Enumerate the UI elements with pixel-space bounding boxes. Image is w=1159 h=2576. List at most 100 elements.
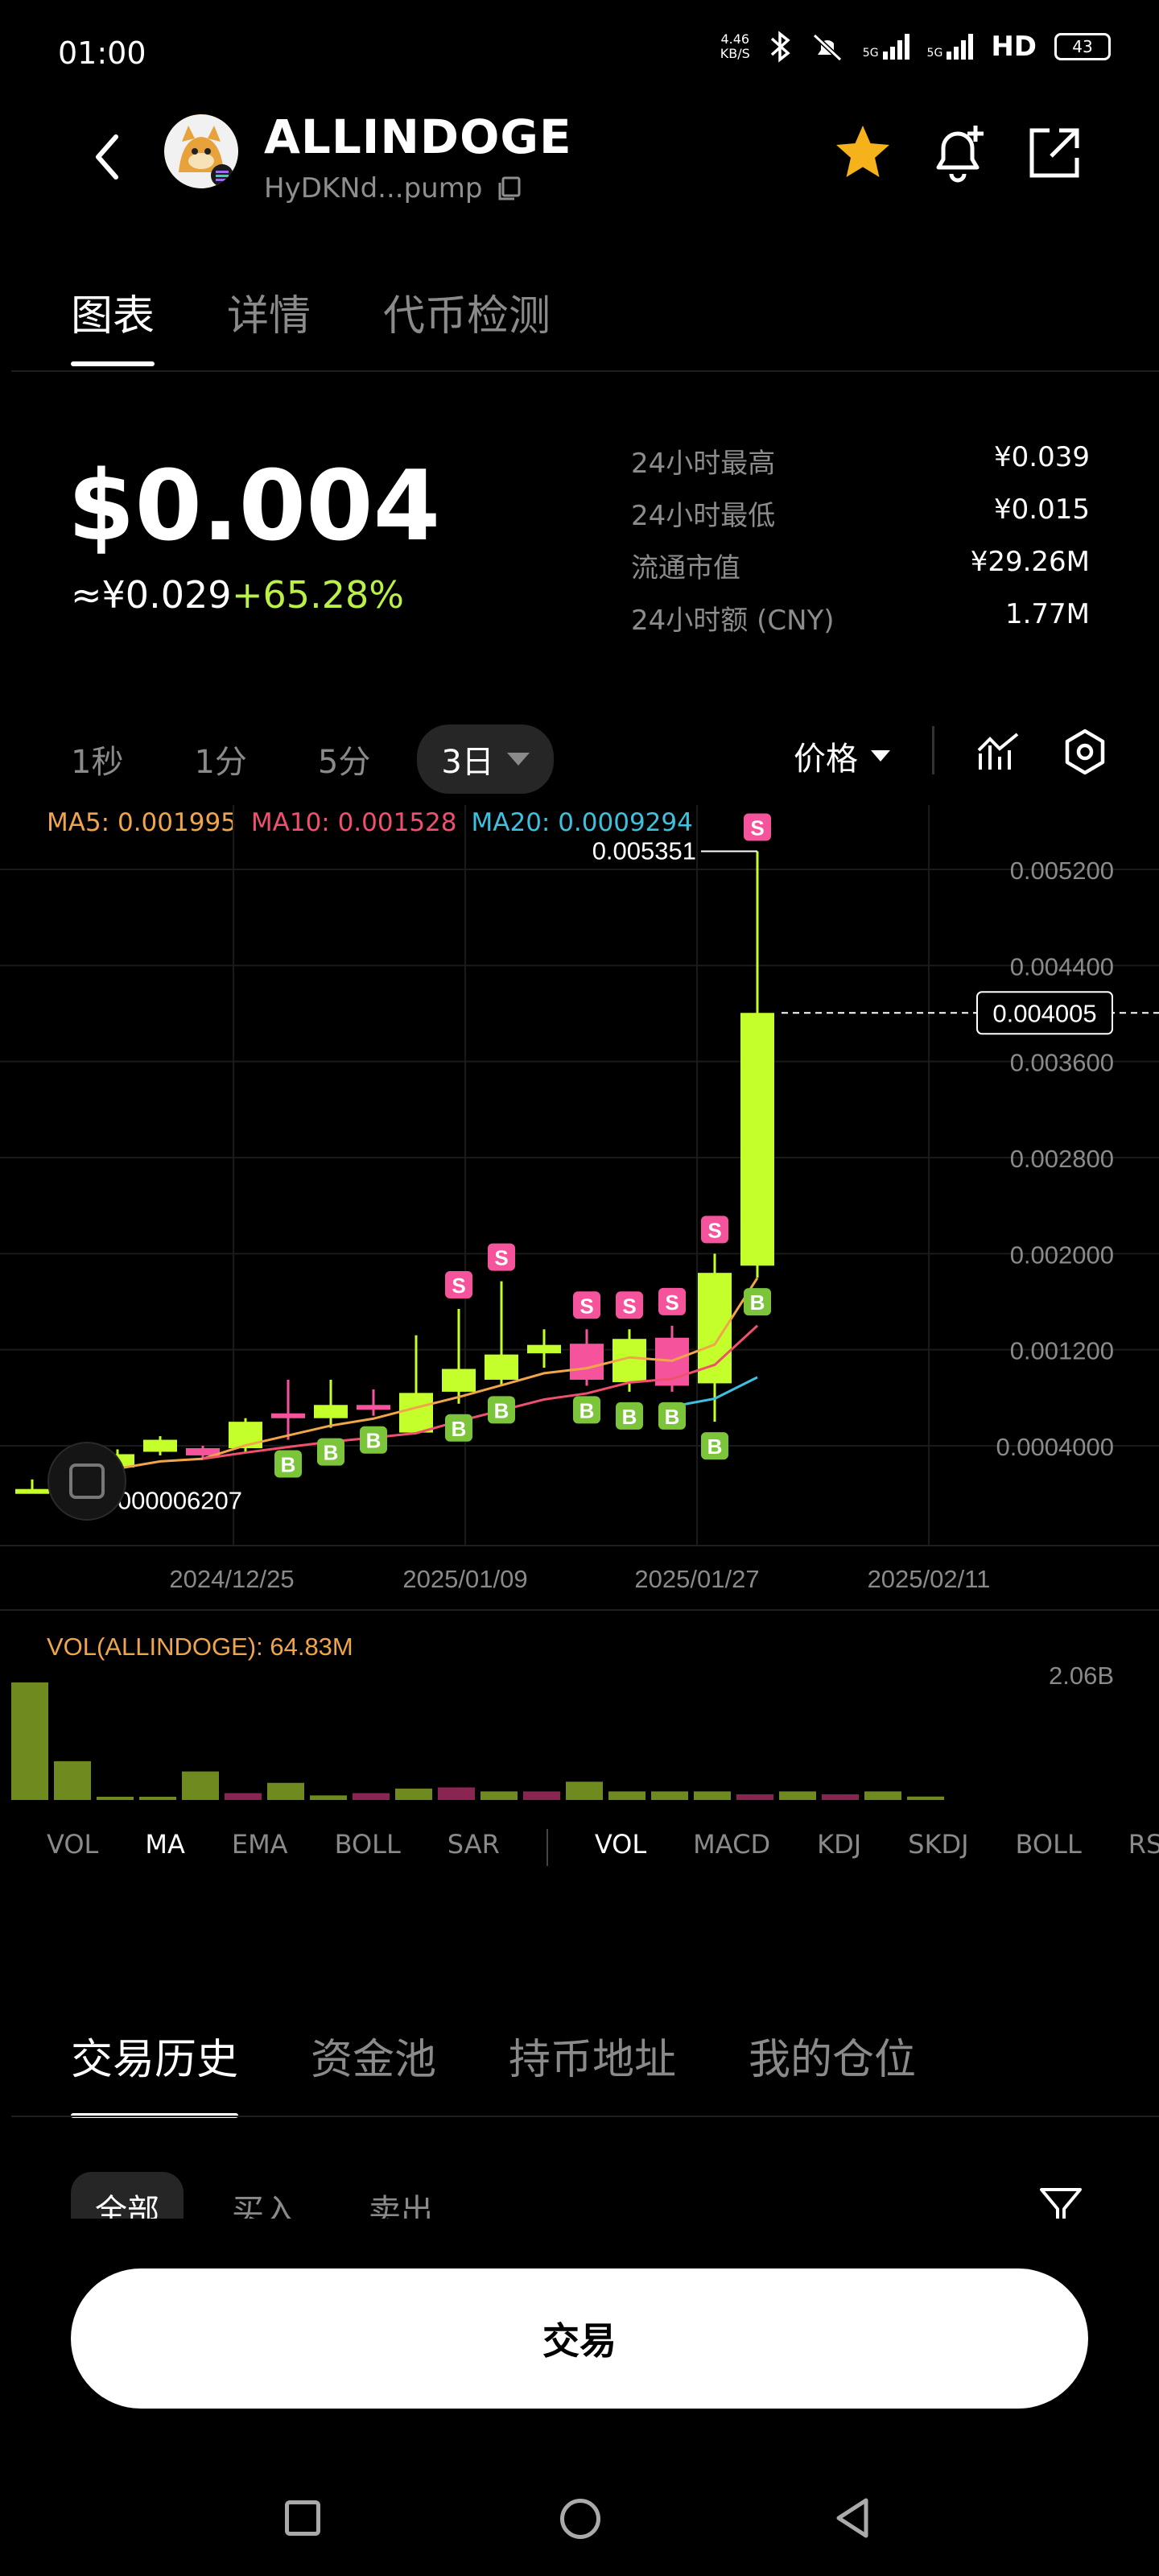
buy-marker-label: B	[580, 1398, 595, 1422]
tab-holders[interactable]: 持币地址	[509, 2025, 676, 2118]
volume-bar	[11, 1682, 48, 1800]
x-tick-label: 2025/01/27	[634, 1565, 759, 1593]
y-tick-label: 0.004400	[1010, 952, 1114, 980]
volume-bar	[353, 1793, 390, 1800]
ind-main-boll[interactable]: BOLL	[335, 1829, 401, 1866]
y-tick-label: 0.003600	[1010, 1049, 1114, 1077]
history-tabs: 交易历史 资金池 持币地址 我的仓位	[71, 2025, 916, 2118]
volume-bar	[54, 1761, 91, 1800]
tab-chart[interactable]: 图表	[71, 282, 155, 366]
ind-main-vol[interactable]: VOL	[47, 1829, 98, 1866]
y-tick-label: 0.002800	[1010, 1145, 1114, 1173]
nav-back-button[interactable]	[832, 2496, 872, 2541]
tab-details[interactable]: 详情	[227, 282, 311, 365]
filter-sell[interactable]: 卖出	[369, 2185, 433, 2219]
tab-liquidity-pool[interactable]: 资金池	[311, 2025, 436, 2118]
candle-body	[15, 1488, 49, 1494]
interval-1s[interactable]: 1秒	[71, 736, 123, 782]
filter-icon[interactable]	[1037, 2183, 1085, 2219]
contract-address: HyDKNd...pump	[264, 172, 522, 204]
trade-filters: 全部 买入 卖出	[71, 2172, 1149, 2219]
sell-marker-label: S	[494, 1246, 508, 1270]
high-price-label: 0.005351	[592, 836, 696, 865]
ind-sub-kdj[interactable]: KDJ	[817, 1829, 861, 1866]
sell-marker-label: S	[750, 815, 764, 840]
price-chart[interactable]: 0.005200 0.004400 0.003600 0.002800 0.002000…	[0, 805, 1159, 1803]
history-tabs-divider	[11, 2116, 1159, 2117]
interval-3d[interactable]: 3日	[417, 724, 554, 794]
chevron-down-icon	[871, 750, 890, 762]
ind-sub-boll[interactable]: BOLL	[1016, 1829, 1082, 1866]
volume-bar	[907, 1796, 944, 1800]
tab-token-check[interactable]: 代币检测	[383, 282, 551, 365]
candle-body	[740, 1013, 774, 1266]
mute-icon	[812, 33, 842, 62]
filter-all[interactable]: 全部	[71, 2172, 184, 2219]
stats-panel: 24小时最高 ¥0.039 24小时最低 ¥0.015 流通市值 ¥29.26M 24…	[631, 441, 1090, 650]
ind-sub-vol[interactable]: VOL	[595, 1829, 646, 1866]
ind-main-ma[interactable]: MA	[145, 1829, 185, 1866]
buy-marker-label: B	[281, 1453, 296, 1477]
price-change: +65.28%	[232, 573, 404, 617]
ind-sub-skdj[interactable]: SKDJ	[908, 1829, 968, 1866]
volume-bar	[395, 1788, 432, 1800]
candle-body	[143, 1439, 177, 1452]
ind-sub-rsi[interactable]: RSI	[1128, 1829, 1159, 1866]
bluetooth-icon	[770, 31, 790, 63]
buy-marker-label: B	[750, 1290, 765, 1315]
indicator-separator	[546, 1829, 548, 1866]
buy-marker-label: B	[366, 1429, 382, 1453]
net-speed: 4.46 KB/S	[720, 31, 750, 61]
buy-marker-label: B	[707, 1435, 723, 1459]
indicator-icon[interactable]	[975, 729, 1021, 774]
tab-trade-history[interactable]: 交易历史	[71, 2025, 239, 2118]
filter-buy[interactable]: 买入	[232, 2185, 296, 2219]
candle-body	[570, 1344, 604, 1380]
top-tabs: 图表 详情 代币检测	[71, 282, 551, 366]
share-icon[interactable]	[1022, 121, 1087, 185]
hd-indicator: HD	[991, 31, 1037, 63]
current-price-label: 0.004005	[992, 999, 1096, 1027]
settings-icon[interactable]	[1061, 728, 1109, 776]
bell-plus-icon[interactable]	[926, 121, 990, 185]
candle-body	[271, 1413, 305, 1418]
stat-row: 24小时额 (CNY) 1.77M	[631, 598, 1090, 637]
candle-body	[399, 1393, 433, 1433]
back-icon[interactable]	[87, 129, 127, 185]
tabs-divider	[11, 370, 1159, 372]
stat-row: 24小时最高 ¥0.039	[631, 441, 1090, 480]
copy-icon[interactable]	[495, 175, 522, 202]
volume-bar	[481, 1791, 518, 1800]
candle-body	[442, 1368, 476, 1392]
volume-bar	[97, 1797, 134, 1800]
y-tick-label: 0.005200	[1010, 857, 1114, 885]
interval-1m[interactable]: 1分	[194, 736, 246, 782]
trade-button[interactable]: 交易	[71, 2268, 1088, 2409]
ind-main-ema[interactable]: EMA	[232, 1829, 288, 1866]
sell-marker-label: S	[452, 1274, 465, 1298]
recent-apps-button[interactable]	[285, 2500, 320, 2536]
tab-my-position[interactable]: 我的仓位	[749, 2025, 916, 2118]
candle-body	[527, 1344, 561, 1354]
star-icon[interactable]	[831, 121, 895, 185]
status-time: 01:00	[58, 35, 146, 71]
ind-main-sar[interactable]: SAR	[448, 1829, 500, 1866]
y-tick-label: 0.0004000	[996, 1433, 1114, 1461]
candle-body	[314, 1405, 348, 1418]
x-tick-label: 2025/02/11	[868, 1565, 991, 1593]
coin-avatar	[164, 114, 238, 188]
volume-bar	[523, 1791, 560, 1800]
volume-bar	[310, 1795, 347, 1800]
home-button[interactable]	[560, 2499, 600, 2539]
chevron-down-icon	[506, 753, 530, 766]
buy-marker-label: B	[665, 1405, 680, 1429]
volume-bar	[651, 1791, 688, 1800]
buy-marker-label: B	[494, 1398, 509, 1422]
interval-5m[interactable]: 5分	[318, 736, 370, 782]
stat-row: 24小时最低 ¥0.015	[631, 493, 1090, 532]
signal-icon: 5G	[863, 34, 909, 60]
price-cny: ≈¥0.029	[71, 573, 232, 617]
price-dropdown[interactable]: 价格	[794, 733, 890, 779]
price-usd: $0.004	[68, 451, 441, 563]
ind-sub-macd[interactable]: MACD	[693, 1829, 770, 1866]
